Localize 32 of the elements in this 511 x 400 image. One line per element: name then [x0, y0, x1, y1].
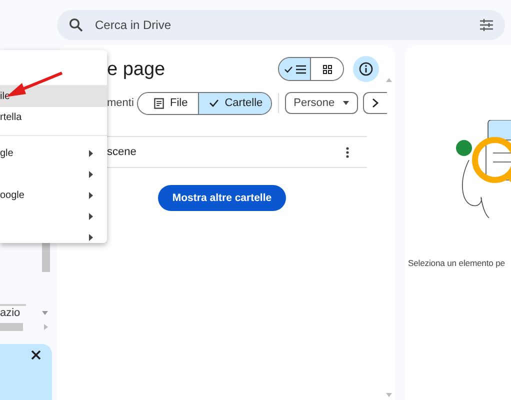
document-icon	[154, 98, 164, 108]
search-icon	[69, 18, 83, 32]
caret-icon	[44, 324, 48, 330]
page-title: e page	[107, 58, 166, 81]
caret-icon	[342, 101, 349, 105]
storage-label: azio	[0, 307, 20, 319]
show-more-button[interactable]: Mostra altre cartelle	[158, 185, 286, 211]
chevron-right-icon	[372, 98, 379, 108]
more-options-icon[interactable]	[346, 146, 349, 158]
scroll-right-button[interactable]	[362, 92, 387, 114]
info-button[interactable]	[353, 56, 379, 82]
filter-label: menti	[107, 97, 135, 109]
search-input[interactable]: Cerca in Drive	[93, 17, 470, 33]
menu-item[interactable]: gle	[0, 143, 107, 164]
list-view-button[interactable]	[279, 58, 311, 80]
check-icon	[208, 99, 219, 107]
empty-details-message: Seleziona un elemento pe	[408, 258, 506, 268]
menu-item[interactable]: rtella	[0, 107, 107, 128]
people-dropdown[interactable]: Persone	[284, 92, 358, 114]
close-icon[interactable]	[31, 350, 41, 360]
grid-icon	[322, 64, 332, 74]
list-icon	[296, 64, 306, 74]
search-field[interactable]: Cerca in Drive	[57, 10, 505, 40]
info-icon	[359, 62, 373, 76]
scrollbar-thumb[interactable]	[42, 243, 50, 272]
menu-item[interactable]: oogle	[0, 185, 107, 206]
storage-bar	[0, 323, 23, 331]
filter-settings-icon[interactable]	[480, 19, 493, 31]
caret-icon	[42, 311, 48, 315]
folder-name[interactable]: scene	[107, 146, 136, 158]
filter-chip[interactable]: Cartelle	[198, 92, 271, 114]
check-icon	[284, 66, 292, 72]
